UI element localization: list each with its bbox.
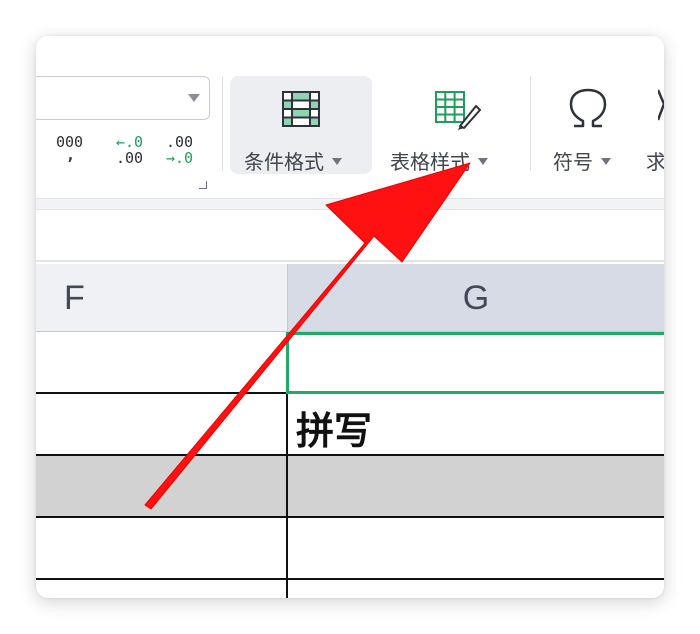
conditional-format-text: 条件格式: [244, 150, 324, 174]
sheet-row[interactable]: 拼写: [36, 394, 664, 456]
thousands-separator-button[interactable]: 000 ,: [56, 134, 83, 163]
formula-bar[interactable]: [36, 210, 664, 262]
omega-icon: [569, 88, 607, 128]
decrease-decimal-bottom: →.0: [166, 149, 194, 167]
decrease-decimal-top: .00: [166, 133, 194, 151]
decrease-decimal-button[interactable]: .00 →.0: [166, 134, 193, 166]
number-format-combo[interactable]: [36, 76, 210, 120]
column-header-g[interactable]: G: [287, 264, 664, 332]
sheet-row[interactable]: [36, 518, 664, 580]
selected-cell[interactable]: [286, 332, 664, 394]
chevron-down-icon: [601, 158, 611, 165]
app-window: 000 , ←.0 .00 .00 →.0 条件格式 表格样式 符号 求 F G…: [36, 36, 664, 598]
ribbon-divider: [222, 76, 223, 171]
sheet-row-shaded[interactable]: [36, 456, 664, 518]
increase-decimal-bottom: .00: [116, 149, 144, 167]
ribbon-divider: [530, 76, 531, 171]
table-style-text: 表格样式: [390, 150, 470, 174]
chevron-down-icon: [332, 158, 342, 165]
cell-g-text[interactable]: 拼写: [296, 400, 372, 455]
column-header-f[interactable]: F: [36, 264, 287, 332]
table-style-icon: [435, 91, 481, 130]
number-format-dialog-launcher-icon[interactable]: [199, 181, 207, 189]
sum-icon-partial[interactable]: [656, 88, 664, 121]
ribbon-bottom-edge: [36, 198, 664, 210]
ribbon-toolbar: 000 , ←.0 .00 .00 →.0 条件格式 表格样式 符号 求: [36, 36, 664, 206]
increase-decimal-button[interactable]: ←.0 .00: [116, 134, 143, 166]
next-button-label[interactable]: 求: [646, 146, 664, 175]
conditional-format-label[interactable]: 条件格式: [244, 146, 342, 175]
conditional-format-icon: [282, 91, 320, 127]
symbol-label[interactable]: 符号: [553, 146, 611, 175]
table-style-label[interactable]: 表格样式: [390, 146, 488, 175]
symbol-text: 符号: [553, 150, 593, 174]
next-button-text: 求: [646, 150, 664, 174]
sheet-row[interactable]: [36, 580, 664, 598]
increase-decimal-top: ←.0: [116, 133, 144, 151]
chevron-down-icon: [478, 158, 488, 165]
chevron-down-icon[interactable]: [188, 94, 200, 102]
